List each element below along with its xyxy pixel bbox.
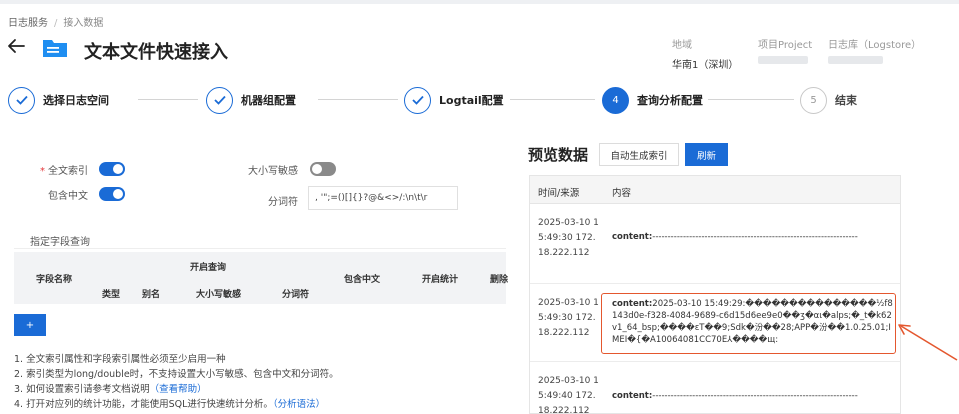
table-row: 2025-03-10 15:49:30 172.18.222.112 conte… xyxy=(530,204,900,284)
breadcrumb: 日志服务 / 接入数据 xyxy=(8,14,103,29)
highlight-box xyxy=(601,293,896,354)
meta-region: 地域 华南1（深圳） xyxy=(672,36,738,71)
note-item: 3. 如何设置索引请参考文档说明（查看帮助） xyxy=(14,382,339,397)
top-border xyxy=(0,0,959,4)
meta-logstore-value-redacted xyxy=(828,56,883,64)
th-include-chinese: 包含中文 xyxy=(344,275,381,285)
refresh-button[interactable]: 刷新 xyxy=(685,143,728,166)
check-icon xyxy=(8,86,35,114)
note-text: 1. 全文索引属性和字段索引属性必须至少启用一种 xyxy=(14,354,226,365)
view-help-link[interactable]: （查看帮助） xyxy=(150,384,207,395)
th-field-name: 字段名称 xyxy=(36,275,73,285)
step-label: 机器组配置 xyxy=(241,94,296,107)
row-content: content:--------------------------------… xyxy=(612,231,896,243)
fulltext-index-label: * 全文索引 xyxy=(36,162,88,177)
required-mark: * xyxy=(40,166,45,177)
field-query-section-title: 指定字段查询 xyxy=(30,237,90,248)
case-sensitive-label: 大小写敏感 xyxy=(248,166,298,177)
breadcrumb-item-current: 接入数据 xyxy=(63,18,104,29)
fulltext-index-text: 全文索引 xyxy=(48,166,88,177)
step-number: 4 xyxy=(602,86,629,114)
include-chinese-toggle[interactable] xyxy=(99,187,125,201)
step-label: Logtail配置 xyxy=(439,94,504,107)
delimiter-input[interactable]: , '";=()[]{}?@&<>/:\n\t\r xyxy=(308,186,458,210)
field-table-header: 字段名称 开启查询 类型 别名 大小写敏感 分词符 包含中文 开启统计 删除 xyxy=(14,252,509,304)
note-text: 4. 打开对应列的统计功能，才能使用SQL进行快速统计分析。 xyxy=(14,399,273,410)
th-alias: 别名 xyxy=(142,290,161,300)
th-case-sensitive: 大小写敏感 xyxy=(196,290,242,300)
meta-project: 项目Project xyxy=(758,36,812,67)
meta-region-label: 地域 xyxy=(672,40,692,51)
notes-list: 1. 全文索引属性和字段索引属性必须至少启用一种 2. 索引类型为long/do… xyxy=(14,352,339,412)
step-number: 5 xyxy=(800,86,827,114)
annotation-arrow-icon xyxy=(898,324,958,361)
check-icon xyxy=(404,86,431,114)
note-item: 1. 全文索引属性和字段索引属性必须至少启用一种 xyxy=(14,352,339,367)
page-title: 文本文件快速接入 xyxy=(84,42,228,63)
page: 日志服务 / 接入数据 文本文件快速接入 地域 华南1（深圳） 项目Project … xyxy=(0,0,959,414)
content-value: ----------------------------------------… xyxy=(652,391,858,401)
meta-logstore: 日志库（Logstore） xyxy=(828,36,921,67)
meta-project-value-redacted xyxy=(758,56,808,64)
preview-table-header: 时间/来源 内容 xyxy=(530,176,900,204)
case-sensitive-toggle[interactable] xyxy=(310,162,336,176)
th-enable-stats: 开启统计 xyxy=(422,275,459,285)
step-query-analysis: 4 查询分析配置 xyxy=(602,86,703,114)
step-finish: 5 结束 xyxy=(800,86,857,114)
preview-title: 预览数据 xyxy=(528,146,589,164)
col-time-source: 时间/来源 xyxy=(538,188,580,199)
note-item: 4. 打开对应列的统计功能，才能使用SQL进行快速统计分析。（分析语法） xyxy=(14,397,339,412)
include-chinese-label: 包含中文 xyxy=(48,191,88,202)
step-label: 结束 xyxy=(835,94,857,107)
content-value: ----------------------------------------… xyxy=(652,232,858,242)
meta-region-value: 华南1（深圳） xyxy=(672,60,739,71)
step-label: 选择日志空间 xyxy=(43,94,109,107)
divider xyxy=(14,248,506,249)
step-logtail-config: Logtail配置 xyxy=(404,86,504,114)
th-enable-query: 开启查询 xyxy=(190,263,227,273)
analysis-syntax-link[interactable]: （分析语法） xyxy=(273,399,325,410)
note-text: 3. 如何设置索引请参考文档说明 xyxy=(14,384,150,395)
step-machine-group: 机器组配置 xyxy=(206,86,296,114)
col-content: 内容 xyxy=(612,188,632,199)
note-text: 2. 索引类型为long/double时，不支持设置大小写敏感、包含中文和分词符… xyxy=(14,369,339,380)
content-key: content: xyxy=(612,232,653,242)
meta-logstore-label: 日志库（Logstore） xyxy=(828,40,922,51)
th-delete: 删除 xyxy=(490,275,509,285)
note-item: 2. 索引类型为long/double时，不支持设置大小写敏感、包含中文和分词符… xyxy=(14,367,339,382)
back-arrow-icon[interactable] xyxy=(6,36,26,56)
delimiter-label: 分词符 xyxy=(268,197,298,208)
step-select-workspace: 选择日志空间 xyxy=(8,86,109,114)
fulltext-index-toggle[interactable] xyxy=(99,162,125,176)
row-time-source: 2025-03-10 15:49:30 172.18.222.112 xyxy=(538,218,599,258)
content-key: content: xyxy=(612,391,653,401)
breadcrumb-separator: / xyxy=(54,18,58,29)
row-content: content:--------------------------------… xyxy=(612,390,896,402)
folder-icon xyxy=(43,40,67,57)
stepper: 选择日志空间 机器组配置 Logtail配置 4 查询分析配置 5 结束 xyxy=(8,86,958,114)
breadcrumb-item-log-service[interactable]: 日志服务 xyxy=(8,18,48,29)
auto-generate-index-button[interactable]: 自动生成索引 xyxy=(599,143,679,166)
step-connector xyxy=(510,99,595,100)
th-delimiter: 分词符 xyxy=(282,290,310,300)
meta-project-label: 项目Project xyxy=(758,40,813,51)
step-connector xyxy=(318,99,398,100)
add-field-button[interactable]: + xyxy=(14,314,46,336)
step-connector xyxy=(138,99,198,100)
row-time-source: 2025-03-10 15:49:30 172.18.222.112 xyxy=(538,298,599,338)
step-connector xyxy=(708,99,794,100)
table-row: 2025-03-10 15:49:40 172.18.222.112 conte… xyxy=(530,362,900,414)
check-icon xyxy=(206,86,233,114)
row-time-source: 2025-03-10 15:49:40 172.18.222.112 xyxy=(538,376,599,414)
step-label: 查询分析配置 xyxy=(637,94,703,107)
th-type: 类型 xyxy=(102,290,121,300)
